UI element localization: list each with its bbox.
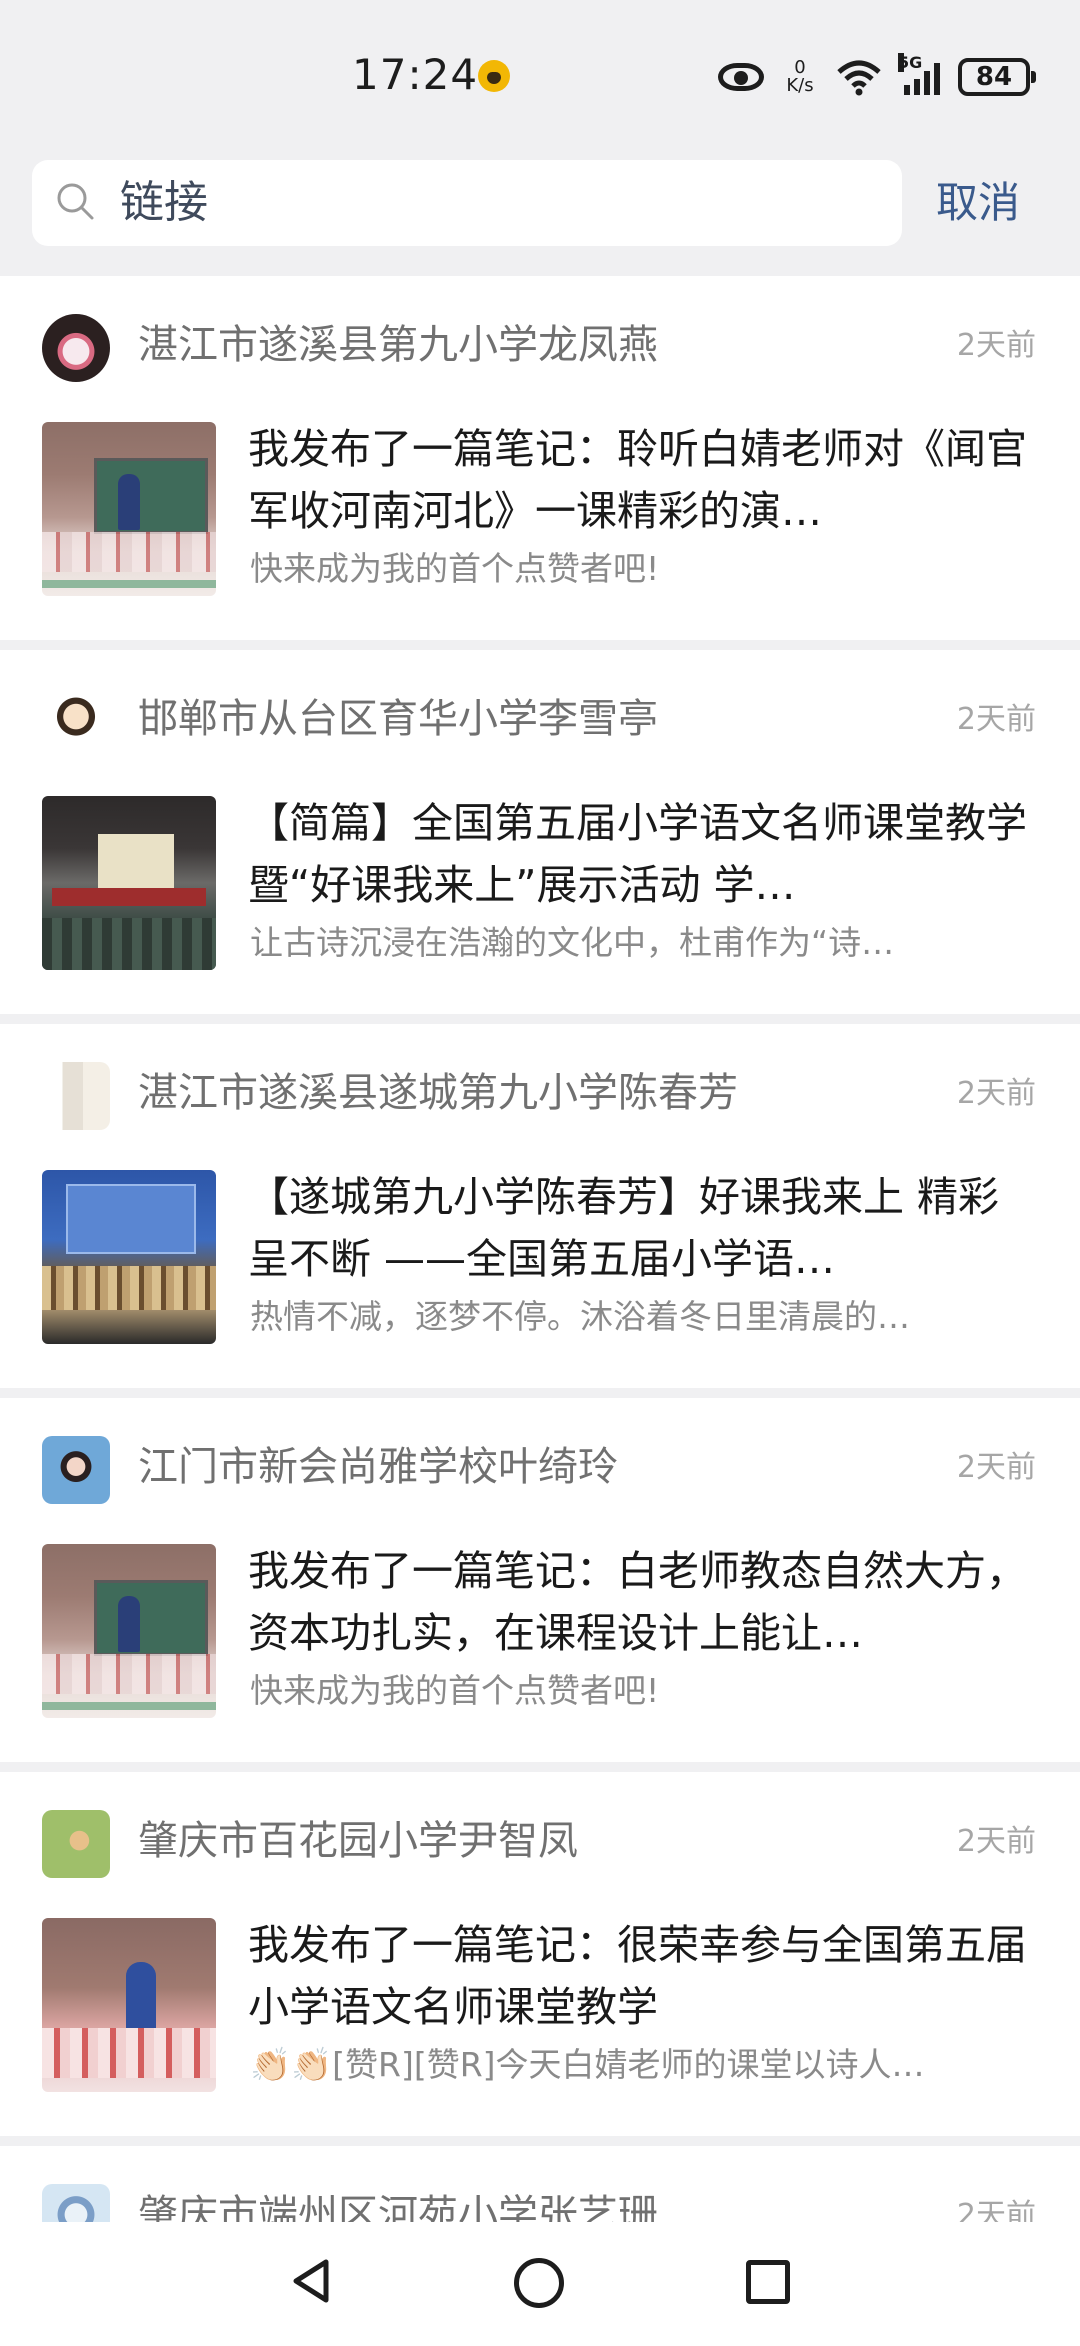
eye-icon: [718, 63, 764, 91]
avatar[interactable]: [42, 688, 110, 756]
author-name[interactable]: 湛江市遂溪县遂城第九小学陈春芳: [138, 1064, 738, 1122]
post-thumbnail[interactable]: [42, 1918, 216, 2092]
status-icons: 0 K/s 5G 84: [718, 52, 1036, 102]
network-type: 5G: [898, 53, 923, 72]
post-time: 2天前: [956, 328, 1036, 363]
author-name[interactable]: 湛江市遂溪县第九小学龙凤燕: [138, 316, 658, 374]
post-desc: 热情不减，逐梦不停。沐浴着冬日里清晨的…: [250, 1297, 910, 1336]
post-thumbnail[interactable]: [42, 422, 216, 596]
post-time: 2天前: [956, 702, 1036, 737]
status-time: 17:24: [352, 50, 479, 99]
navigation-bar: [0, 2222, 1080, 2340]
post-time: 2天前: [956, 1824, 1036, 1859]
recents-icon[interactable]: [746, 2260, 790, 2304]
post-desc: 👏🏻👏🏻[赞R][赞R]今天白婧老师的课堂以诗人…: [250, 2045, 925, 2084]
net-speed-unit: K/s: [786, 75, 814, 96]
post-thumbnail[interactable]: [42, 1544, 216, 1718]
post-title[interactable]: 【遂城第九小学陈春芳】好课我来上 精彩呈不断 ——全国第五届小学语…: [248, 1166, 1038, 1290]
avatar[interactable]: [42, 1062, 110, 1130]
avatar[interactable]: [42, 1436, 110, 1504]
post-time: 2天前: [956, 1076, 1036, 1111]
net-speed: 0 K/s: [782, 59, 818, 95]
cancel-button[interactable]: 取消: [936, 176, 1020, 230]
avatar[interactable]: [42, 1810, 110, 1878]
post-desc: 让古诗沉浸在浩瀚的文化中，杜甫作为“诗…: [250, 923, 895, 962]
search-input[interactable]: 链接: [32, 160, 902, 246]
search-query[interactable]: 链接: [120, 176, 208, 230]
status-bar: 17:24 0 K/s 5G 84: [0, 0, 1080, 150]
post-time: 2天前: [956, 1450, 1036, 1485]
list-item[interactable]: 肇庆市百花园小学尹智凤 2天前 我发布了一篇笔记：很荣幸参与全国第五届小学语文名…: [0, 1772, 1080, 2136]
signal-icon: 5G: [898, 53, 940, 95]
post-desc: 快来成为我的首个点赞者吧!: [250, 1671, 660, 1710]
post-desc: 快来成为我的首个点赞者吧!: [250, 549, 660, 588]
author-name[interactable]: 江门市新会尚雅学校叶绮玲: [138, 1438, 618, 1496]
wifi-icon: [837, 60, 881, 96]
search-icon: [57, 183, 94, 220]
battery-icon: 84: [958, 58, 1036, 96]
post-title[interactable]: 我发布了一篇笔记：很荣幸参与全国第五届小学语文名师课堂教学: [248, 1914, 1038, 2038]
post-title[interactable]: 我发布了一篇笔记：白老师教态自然大方，资本功扎实，在课程设计上能让…: [248, 1540, 1038, 1664]
post-title[interactable]: 【简篇】全国第五届小学语文名师课堂教学暨“好课我来上”展示活动 学…: [248, 792, 1038, 916]
list-item[interactable]: 江门市新会尚雅学校叶绮玲 2天前 我发布了一篇笔记：白老师教态自然大方，资本功扎…: [0, 1398, 1080, 1762]
list-item[interactable]: 湛江市遂溪县遂城第九小学陈春芳 2天前 【遂城第九小学陈春芳】好课我来上 精彩呈…: [0, 1024, 1080, 1388]
post-thumbnail[interactable]: [42, 1170, 216, 1344]
post-thumbnail[interactable]: [42, 796, 216, 970]
post-title[interactable]: 我发布了一篇笔记：聆听白婧老师对《闻官军收河南河北》一课精彩的演…: [248, 418, 1038, 542]
author-name[interactable]: 邯郸市从台区育华小学李雪亭: [138, 690, 658, 748]
list-item[interactable]: 邯郸市从台区育华小学李雪亭 2天前 【简篇】全国第五届小学语文名师课堂教学暨“好…: [0, 650, 1080, 1014]
list-item[interactable]: 湛江市遂溪县第九小学龙凤燕 2天前 我发布了一篇笔记：聆听白婧老师对《闻官军收河…: [0, 276, 1080, 640]
back-icon[interactable]: [286, 2256, 336, 2306]
sunflower-icon: [478, 60, 510, 92]
author-name[interactable]: 肇庆市百花园小学尹智凤: [138, 1812, 578, 1870]
result-list: 湛江市遂溪县第九小学龙凤燕 2天前 我发布了一篇笔记：聆听白婧老师对《闻官军收河…: [0, 276, 1080, 2346]
avatar[interactable]: [42, 314, 110, 382]
home-icon[interactable]: [514, 2258, 564, 2308]
